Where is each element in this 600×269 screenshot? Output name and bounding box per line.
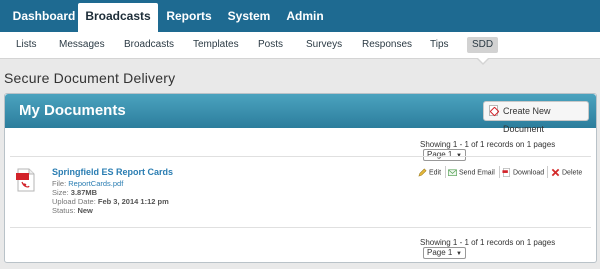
meta-status-value: New: [77, 206, 93, 215]
panel-title: My Documents: [19, 102, 126, 119]
edit-action[interactable]: Edit: [418, 168, 441, 177]
pdf-download-icon: [502, 168, 510, 177]
delete-label: Delete: [562, 169, 583, 177]
panel-header: My Documents Create New Document: [5, 94, 596, 134]
subnav-item-messages[interactable]: Messages: [59, 32, 105, 58]
meta-status-label: Status:: [52, 206, 76, 215]
page-select-bottom-value: Page 1: [427, 248, 453, 257]
documents-panel: My Documents Create New Document Showing…: [4, 93, 597, 263]
tab-broadcasts[interactable]: Broadcasts: [78, 3, 158, 32]
subnav-item-tips[interactable]: Tips: [430, 32, 449, 58]
tab-system[interactable]: System: [222, 0, 276, 32]
chevron-down-icon: ▼: [456, 251, 462, 257]
subnav-item-sdd[interactable]: SDD: [467, 37, 499, 53]
create-button-label: Create New Document: [503, 106, 551, 134]
download-label: Download: [513, 169, 545, 177]
page-title: Secure Document Delivery: [4, 70, 176, 86]
meta-file-label: File:: [52, 179, 67, 188]
divider: [547, 166, 548, 178]
page-select-bottom[interactable]: Page 1 ▼: [423, 247, 466, 259]
send-email-label: Send Email: [459, 169, 495, 177]
pdf-icon: [489, 105, 498, 116]
paging-bottom: Showing 1 - 1 of 1 records on 1 pages Pa…: [420, 238, 596, 259]
delete-x-icon: [551, 168, 560, 177]
subnav-item-templates[interactable]: Templates: [193, 32, 239, 58]
subnav-item-posts[interactable]: Posts: [258, 32, 283, 58]
paging-bottom-text: Showing 1 - 1 of 1 records on 1 pages: [420, 238, 556, 247]
pdf-document-icon: [16, 168, 35, 192]
meta-upload-label: Upload Date:: [52, 197, 96, 206]
meta-file-value[interactable]: ReportCards.pdf: [68, 179, 123, 188]
page-select-top[interactable]: Page 1 ▼: [423, 149, 466, 161]
meta-upload-value: Feb 3, 2014 1:12 pm: [97, 197, 169, 206]
paging-top: Showing 1 - 1 of 1 records on 1 pages Pa…: [420, 140, 596, 161]
edit-label: Edit: [429, 169, 442, 177]
meta-size-label: Size:: [52, 188, 69, 197]
subnav-item-surveys[interactable]: Surveys: [306, 32, 342, 58]
delete-action[interactable]: Delete: [551, 168, 582, 177]
top-nav: Dashboard Broadcasts Reports System Admi…: [0, 0, 600, 32]
active-caret: [477, 58, 489, 65]
send-email-action[interactable]: Send Email: [448, 168, 495, 177]
tab-dashboard[interactable]: Dashboard: [6, 0, 82, 32]
divider: [499, 166, 500, 178]
divider: [445, 166, 446, 178]
page-select-top-value: Page 1: [427, 150, 453, 159]
pencil-icon: [418, 168, 427, 177]
meta-size-value: 3.87MB: [70, 188, 98, 197]
divider: [10, 156, 591, 157]
tab-admin[interactable]: Admin: [280, 0, 330, 32]
paging-top-text: Showing 1 - 1 of 1 records on 1 pages: [420, 140, 556, 149]
divider: [10, 227, 591, 228]
document-title-link[interactable]: Springfield ES Report Cards: [52, 167, 173, 177]
sub-nav: Lists Messages Broadcasts Templates Post…: [0, 32, 600, 59]
meta-file: File: ReportCards.pdf: [52, 179, 123, 188]
meta-upload-date: Upload Date: Feb 3, 2014 1:12 pm: [52, 197, 169, 206]
download-action[interactable]: Download: [502, 168, 544, 177]
meta-status: Status: New: [52, 206, 93, 215]
create-new-document-button[interactable]: Create New Document: [483, 101, 589, 134]
subnav-item-lists[interactable]: Lists: [16, 32, 37, 58]
email-icon: [448, 169, 457, 176]
tab-reports[interactable]: Reports: [160, 0, 218, 32]
subnav-item-broadcasts[interactable]: Broadcasts: [124, 32, 174, 58]
meta-size: Size: 3.87MB: [52, 188, 97, 197]
subnav-item-responses[interactable]: Responses: [362, 32, 412, 58]
